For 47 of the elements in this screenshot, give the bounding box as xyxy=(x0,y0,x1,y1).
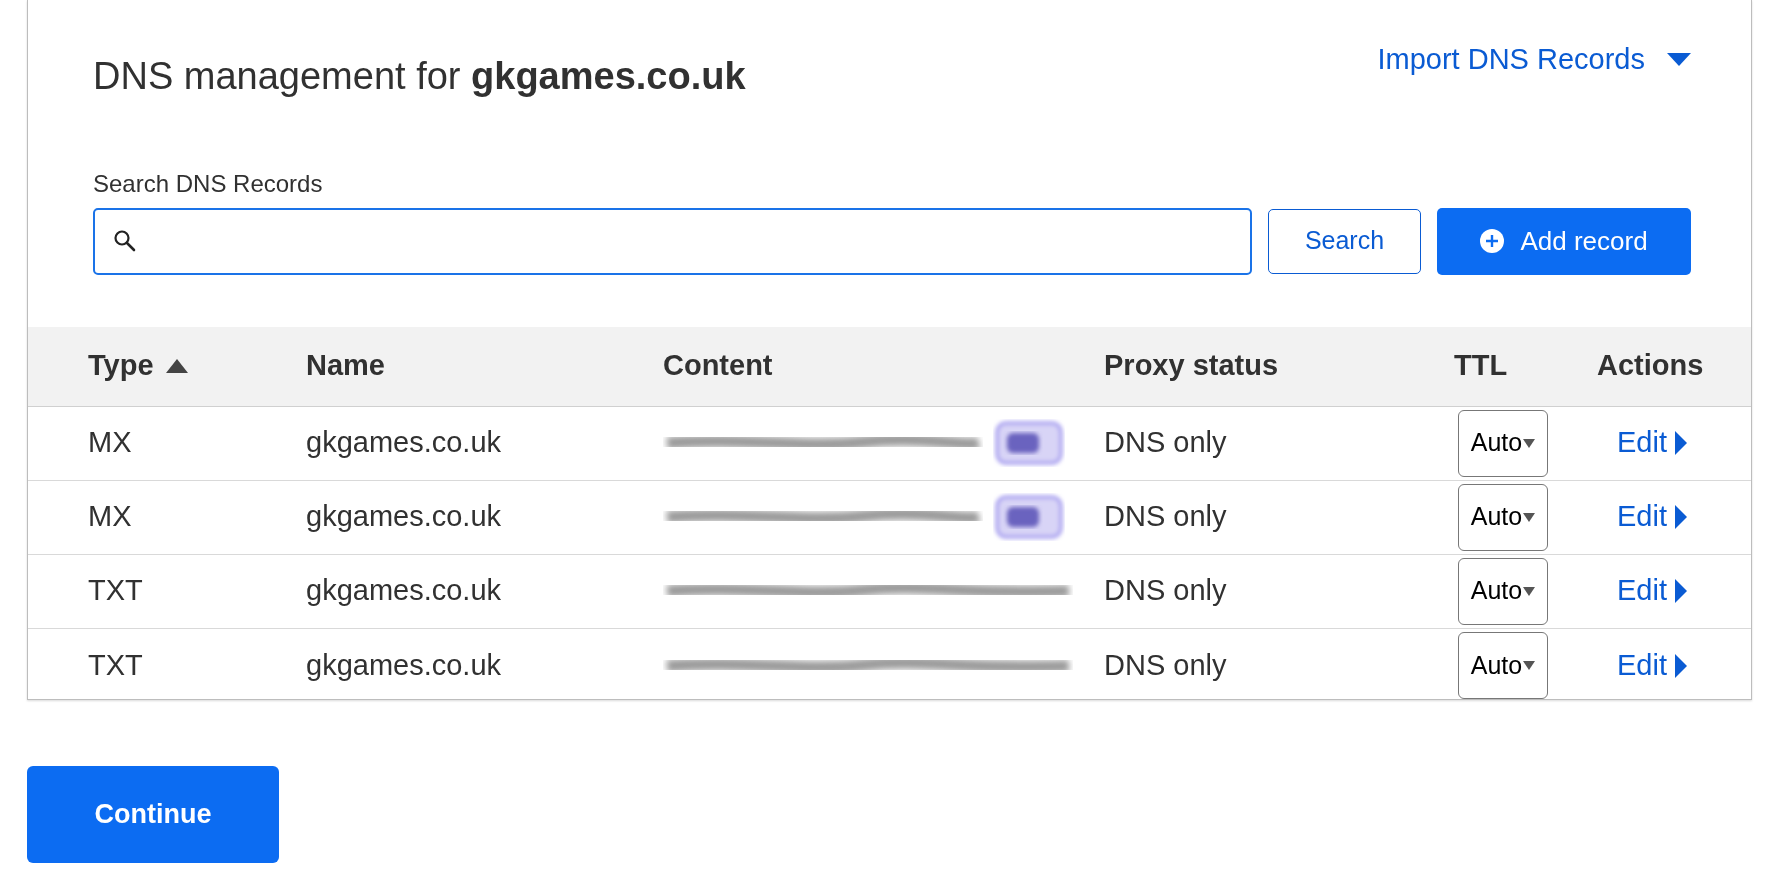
expand-arrow-icon xyxy=(1675,579,1687,604)
ttl-select[interactable]: Auto xyxy=(1458,632,1548,700)
table-cell-text: TXT xyxy=(88,647,143,683)
table-cell-text: MX xyxy=(88,499,132,535)
table-cell-text: gkgames.co.uk xyxy=(306,499,502,535)
edit-link[interactable]: Edit xyxy=(1617,569,1687,613)
page-title: DNS management for gkgames.co.uk xyxy=(93,54,746,99)
plus-circle-icon xyxy=(1480,229,1505,254)
column-header: Name xyxy=(306,348,385,384)
column-header: Proxy status xyxy=(1104,348,1279,384)
continue-button[interactable]: Continue xyxy=(27,766,279,863)
table-cell-text: DNS only xyxy=(1104,425,1227,461)
table-cell-text: DNS only xyxy=(1104,499,1227,535)
sort-ascending-icon xyxy=(165,359,188,374)
table-cell-text: MX xyxy=(88,425,132,461)
edit-link[interactable]: Edit xyxy=(1617,643,1687,688)
table-cell-text: DNS only xyxy=(1104,647,1227,683)
table-cell-text: TXT xyxy=(88,573,143,609)
expand-arrow-icon xyxy=(1675,653,1687,678)
search-icon xyxy=(113,229,137,254)
expand-arrow-icon xyxy=(1675,505,1687,530)
ttl-select[interactable]: Auto xyxy=(1458,409,1548,477)
column-header: Content xyxy=(663,348,773,384)
search-button[interactable]: Search xyxy=(1268,208,1421,274)
caret-icon xyxy=(1523,438,1536,448)
caret-icon xyxy=(1667,53,1691,67)
table-cell-text: gkgames.co.uk xyxy=(306,573,502,609)
add-record-button[interactable]: Add record xyxy=(1437,207,1691,275)
column-header: Actions xyxy=(1597,348,1704,384)
ttl-select[interactable]: Auto xyxy=(1458,557,1548,625)
caret-icon xyxy=(1523,586,1536,596)
search-field[interactable] xyxy=(93,207,1252,275)
table-cell-text: gkgames.co.uk xyxy=(306,425,502,461)
table-cell-text: DNS only xyxy=(1104,573,1227,609)
column-header: TTL xyxy=(1454,348,1508,384)
caret-icon xyxy=(1523,661,1536,671)
import-dns-records-dropdown[interactable]: Import DNS Records xyxy=(1377,38,1691,82)
redacted-badge xyxy=(993,493,1065,542)
redacted-badge xyxy=(993,419,1065,468)
table-cell-text: gkgames.co.uk xyxy=(306,647,502,683)
edit-link[interactable]: Edit xyxy=(1617,495,1687,539)
column-header[interactable]: Type xyxy=(88,344,154,388)
edit-link[interactable]: Edit xyxy=(1617,421,1687,465)
expand-arrow-icon xyxy=(1675,431,1687,456)
ttl-select[interactable]: Auto xyxy=(1458,483,1548,551)
search-label: Search DNS Records xyxy=(93,168,324,199)
caret-icon xyxy=(1523,512,1536,522)
